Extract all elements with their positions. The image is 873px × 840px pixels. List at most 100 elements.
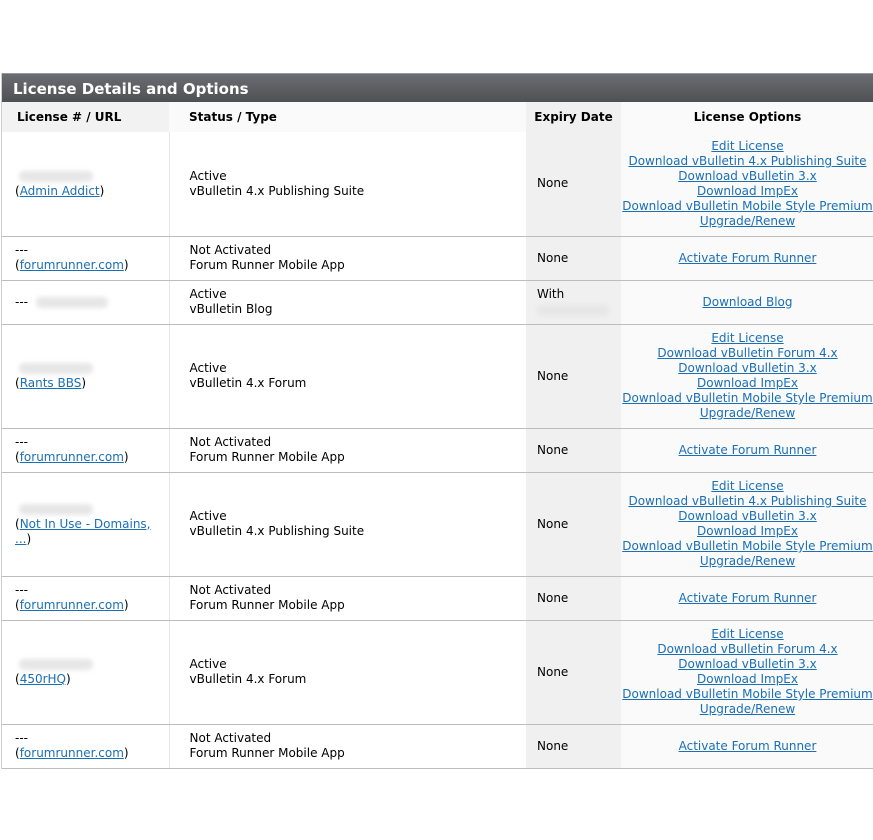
license-url-link[interactable]: forumrunner.com	[20, 598, 124, 612]
download-vbulletin-mobile-style-premium-link[interactable]: Download vBulletin Mobile Style Premium	[622, 539, 872, 553]
status-cell: Not Activated Forum Runner Mobile App	[168, 428, 526, 473]
license-cell: (450rHQ)	[2, 620, 169, 725]
table-row: --- (forumrunner.com) Not Activated Forum R…	[2, 428, 873, 473]
license-table: License # / URL Status / Type Expiry Dat…	[2, 102, 873, 769]
activate-forum-runner-link[interactable]: Activate Forum Runner	[679, 591, 817, 605]
table-row: (Not In Use - Domains, ...) Active vBullet…	[2, 472, 873, 577]
status-cell: Not Activated Forum Runner Mobile App	[168, 724, 526, 769]
download-vbulletin-mobile-style-premium-link[interactable]: Download vBulletin Mobile Style Premium	[622, 391, 872, 405]
license-cell: (Admin Addict)	[2, 132, 169, 237]
license-type: vBulletin 4.x Publishing Suite	[189, 183, 365, 198]
options-cell: Edit License Download vBulletin 4.x Publi…	[621, 472, 873, 577]
status-cell: Active vBulletin 4.x Publishing Suite	[168, 132, 526, 237]
activate-forum-runner-link[interactable]: Activate Forum Runner	[679, 251, 817, 265]
table-row: --- Active vBulletin Blog With Download Blog	[2, 280, 873, 325]
activate-forum-runner-link[interactable]: Activate Forum Runner	[679, 443, 817, 457]
download-blog-link[interactable]: Download Blog	[703, 295, 793, 309]
url-paren-close: )	[123, 450, 129, 464]
download-vbulletin-3-x-link[interactable]: Download vBulletin 3.x	[678, 509, 816, 523]
license-cell: (Rants BBS)	[2, 324, 169, 429]
license-number: ---	[15, 731, 28, 745]
license-url-link[interactable]: forumrunner.com	[20, 450, 124, 464]
upgrade-renew-link[interactable]: Upgrade/Renew	[700, 214, 795, 228]
url-paren-close: )	[66, 672, 71, 686]
options-cell: Edit License Download vBulletin Forum 4.x…	[621, 324, 873, 429]
column-header-options: License Options	[621, 102, 873, 132]
license-url-link[interactable]: forumrunner.com	[20, 746, 124, 760]
license-status: Active	[189, 361, 227, 375]
download-impex-link[interactable]: Download ImpEx	[697, 672, 798, 686]
edit-license-link[interactable]: Edit License	[711, 627, 783, 641]
license-cell: ---	[2, 280, 169, 325]
download-vbulletin-mobile-style-premium-link[interactable]: Download vBulletin Mobile Style Premium	[622, 687, 872, 701]
redacted-expiry-detail	[537, 305, 609, 316]
download-vbulletin-3-x-link[interactable]: Download vBulletin 3.x	[678, 169, 816, 183]
license-type: vBulletin Blog	[189, 302, 273, 316]
url-paren-close: )	[123, 598, 129, 612]
license-cell: --- (forumrunner.com)	[2, 236, 169, 281]
options-cell: Edit License Download vBulletin 4.x Publi…	[621, 132, 873, 237]
license-url-link[interactable]: 450rHQ	[20, 672, 66, 686]
license-status: Active	[189, 509, 227, 523]
license-status: Active	[189, 287, 227, 301]
table-row: --- (forumrunner.com) Not Activated Forum R…	[2, 724, 873, 769]
column-header-status: Status / Type	[169, 102, 526, 132]
table-header-row: License # / URL Status / Type Expiry Dat…	[2, 102, 873, 132]
license-url-link[interactable]: forumrunner.com	[20, 258, 124, 272]
redacted-license-number	[19, 659, 93, 670]
expiry-cell: None	[526, 620, 621, 725]
expiry-date: With	[537, 287, 565, 301]
expiry-date: None	[537, 516, 569, 531]
table-row: --- (forumrunner.com) Not Activated Forum R…	[2, 236, 873, 281]
expiry-date: None	[537, 664, 569, 679]
license-status: Not Activated	[189, 731, 272, 745]
download-vbulletin-4-x-publishing-suite-link[interactable]: Download vBulletin 4.x Publishing Suite	[628, 494, 866, 508]
column-header-expiry: Expiry Date	[526, 102, 621, 132]
download-impex-link[interactable]: Download ImpEx	[697, 376, 798, 390]
redacted-license-number	[19, 363, 93, 374]
expiry-date: None	[537, 368, 569, 383]
download-vbulletin-3-x-link[interactable]: Download vBulletin 3.x	[678, 657, 816, 671]
download-vbulletin-4-x-publishing-suite-link[interactable]: Download vBulletin 4.x Publishing Suite	[628, 154, 866, 168]
license-number: ---	[15, 583, 28, 597]
expiry-date: None	[537, 590, 569, 605]
license-type: Forum Runner Mobile App	[189, 598, 345, 612]
status-cell: Not Activated Forum Runner Mobile App	[168, 576, 526, 621]
license-rows: (Admin Addict) Active vBulletin 4.x Publis…	[2, 132, 873, 769]
license-cell: --- (forumrunner.com)	[2, 576, 169, 621]
activate-forum-runner-link[interactable]: Activate Forum Runner	[679, 739, 817, 753]
expiry-cell: None	[526, 428, 621, 473]
license-url-link[interactable]: Admin Addict	[20, 184, 100, 198]
license-type: Forum Runner Mobile App	[189, 258, 345, 272]
edit-license-link[interactable]: Edit License	[711, 139, 783, 153]
download-impex-link[interactable]: Download ImpEx	[697, 524, 798, 538]
status-cell: Active vBulletin 4.x Forum	[168, 324, 526, 429]
table-row: (Admin Addict) Active vBulletin 4.x Publis…	[2, 132, 873, 237]
download-impex-link[interactable]: Download ImpEx	[697, 184, 798, 198]
expiry-cell: None	[526, 576, 621, 621]
download-vbulletin-3-x-link[interactable]: Download vBulletin 3.x	[678, 361, 816, 375]
edit-license-link[interactable]: Edit License	[711, 479, 783, 493]
expiry-date: None	[537, 738, 569, 753]
license-url-link[interactable]: Rants BBS	[20, 376, 82, 390]
url-paren-close: )	[81, 376, 87, 390]
download-vbulletin-mobile-style-premium-link[interactable]: Download vBulletin Mobile Style Premium	[622, 199, 872, 213]
license-type: Forum Runner Mobile App	[189, 450, 345, 464]
edit-license-link[interactable]: Edit License	[711, 331, 783, 345]
license-number: ---	[15, 435, 28, 449]
table-row: (Rants BBS) Active vBulletin 4.x Forum None…	[2, 324, 873, 429]
license-url-link[interactable]: Not In Use - Domains, ...	[15, 517, 151, 546]
status-cell: Active vBulletin 4.x Publishing Suite	[168, 472, 526, 577]
expiry-date: None	[537, 176, 569, 191]
upgrade-renew-link[interactable]: Upgrade/Renew	[700, 406, 795, 420]
license-type: vBulletin 4.x Forum	[189, 376, 307, 390]
upgrade-renew-link[interactable]: Upgrade/Renew	[700, 702, 795, 716]
download-vbulletin-forum-4-x-link[interactable]: Download vBulletin Forum 4.x	[657, 346, 837, 360]
upgrade-renew-link[interactable]: Upgrade/Renew	[700, 554, 795, 568]
options-cell: Activate Forum Runner	[621, 236, 873, 281]
download-vbulletin-forum-4-x-link[interactable]: Download vBulletin Forum 4.x	[657, 642, 837, 656]
expiry-cell: None	[526, 724, 621, 769]
expiry-cell: None	[526, 132, 621, 237]
url-paren-close: )	[123, 746, 129, 760]
options-cell: Activate Forum Runner	[621, 576, 873, 621]
